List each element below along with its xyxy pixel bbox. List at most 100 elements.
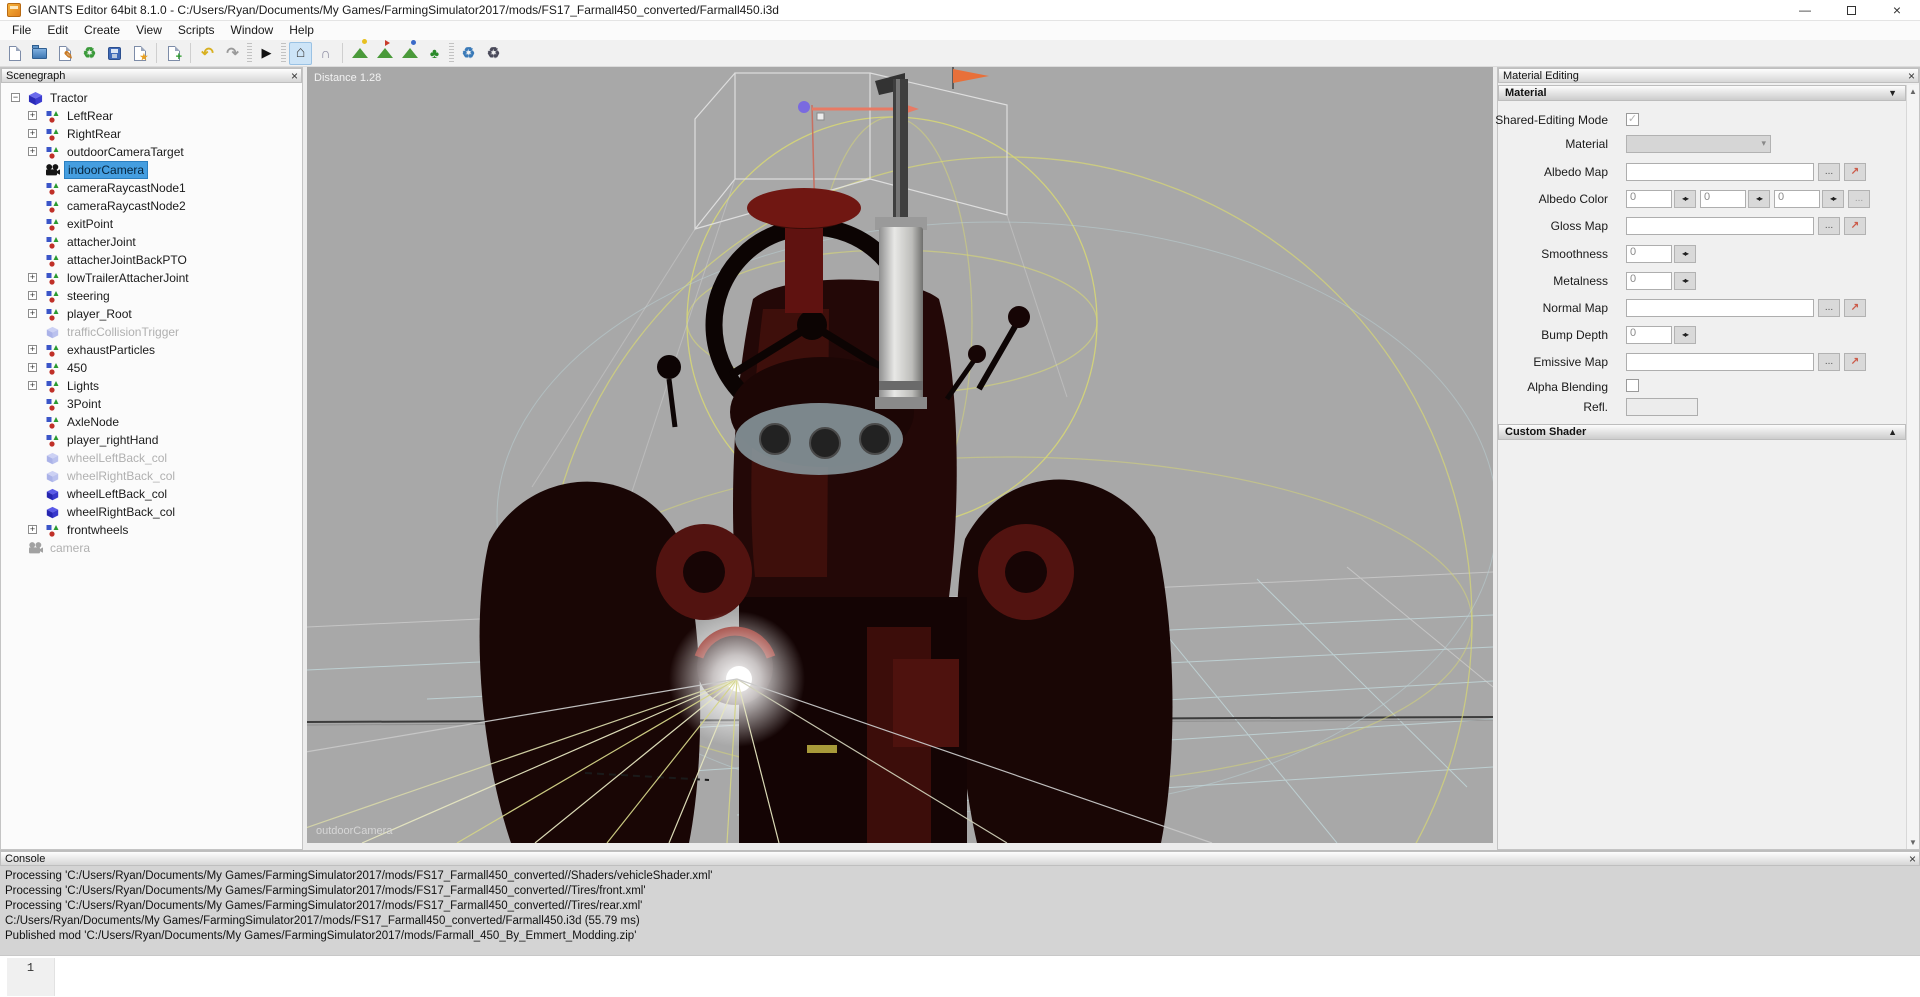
tree-node-label[interactable]: 3Point [64, 396, 104, 412]
tree-node-label[interactable]: camera [47, 540, 93, 556]
albedo-map-clear-button[interactable]: ↗ [1844, 163, 1866, 181]
emissive-map-browse-button[interactable]: ... [1818, 353, 1840, 371]
tree-brush-button[interactable]: ♣ [423, 42, 446, 65]
albedo-map-browse-button[interactable]: ... [1818, 163, 1840, 181]
menu-edit[interactable]: Edit [39, 21, 76, 40]
scenegraph-close-icon[interactable]: × [291, 69, 298, 83]
scroll-up-icon[interactable]: ▲ [1907, 85, 1919, 98]
tree-node-label[interactable]: cameraRaycastNode1 [64, 180, 189, 196]
terrain-foliage-button[interactable] [398, 42, 421, 65]
albedo-color-r-field[interactable]: 0 [1626, 190, 1672, 208]
tree-node-label[interactable]: wheelLeftBack_col [64, 450, 170, 466]
refl-field[interactable] [1626, 398, 1698, 416]
import-asset-button[interactable]: ★ [128, 42, 151, 65]
material-editing-close-icon[interactable]: × [1908, 69, 1915, 83]
reload-textures-button[interactable]: ♻ [457, 42, 480, 65]
smoothness-field[interactable]: 0 [1626, 245, 1672, 263]
viewport-3d[interactable]: Distance 1.28 outdoorCamera [307, 67, 1493, 843]
albedo-color-picker-button[interactable]: ... [1848, 190, 1870, 208]
normal-map-clear-button[interactable]: ↗ [1844, 299, 1866, 317]
tree-node-label[interactable]: LeftRear [64, 108, 116, 124]
open-file-button[interactable] [28, 42, 51, 65]
material-dropdown[interactable] [1626, 135, 1771, 153]
menu-file[interactable]: File [4, 21, 39, 40]
scroll-down-icon[interactable]: ▼ [1907, 836, 1919, 849]
metalness-spinner[interactable]: ◂▸ [1674, 272, 1696, 290]
albedo-color-g-spinner[interactable]: ◂▸ [1748, 190, 1770, 208]
console-close-icon[interactable]: × [1909, 852, 1916, 866]
expand-expander-icon[interactable]: + [28, 111, 37, 120]
tree-node-label[interactable]: player_Root [64, 306, 135, 322]
menu-create[interactable]: Create [76, 21, 128, 40]
expand-expander-icon[interactable]: + [28, 525, 37, 534]
reload-button[interactable]: ♻ [78, 42, 101, 65]
material-section-header[interactable]: Material ▼ [1498, 85, 1906, 101]
tree-node-label[interactable]: Lights [64, 378, 102, 394]
bump-depth-field[interactable]: 0 [1626, 326, 1672, 344]
expand-expander-icon[interactable]: + [28, 129, 37, 138]
tree-node-label[interactable]: outdoorCameraTarget [64, 144, 187, 160]
script-input-bar[interactable]: 1 [0, 955, 1920, 997]
new-file-button[interactable] [3, 42, 26, 65]
gloss-map-clear-button[interactable]: ↗ [1844, 217, 1866, 235]
tree-node-label[interactable]: wheelLeftBack_col [64, 486, 170, 502]
expand-expander-icon[interactable]: + [28, 309, 37, 318]
menu-window[interactable]: Window [223, 21, 282, 40]
albedo-color-b-spinner[interactable]: ◂▸ [1822, 190, 1844, 208]
edit-document-button[interactable]: ✎ [53, 42, 76, 65]
console-log[interactable]: Processing 'C:/Users/Ryan/Documents/My G… [5, 869, 1916, 944]
tree-node-label[interactable]: wheelRightBack_col [64, 468, 178, 484]
gloss-map-browse-button[interactable]: ... [1818, 217, 1840, 235]
undo-button[interactable]: ↶ [196, 42, 219, 65]
tree-node-label[interactable]: exitPoint [64, 216, 116, 232]
expand-expander-icon[interactable]: + [28, 345, 37, 354]
albedo-color-r-spinner[interactable]: ◂▸ [1674, 190, 1696, 208]
bump-depth-spinner[interactable]: ◂▸ [1674, 326, 1696, 344]
expand-expander-icon[interactable]: + [28, 291, 37, 300]
emissive-map-clear-button[interactable]: ↗ [1844, 353, 1866, 371]
save-button[interactable] [103, 42, 126, 65]
custom-shader-section-header[interactable]: Custom Shader ▲ [1498, 424, 1906, 440]
tree-node-label[interactable]: indoorCamera [64, 161, 148, 179]
tree-node-label[interactable]: trafficCollisionTrigger [64, 324, 182, 340]
minimize-button[interactable]: — [1782, 0, 1828, 21]
tree-node-label[interactable]: cameraRaycastNode2 [64, 198, 189, 214]
albedo-color-b-field[interactable]: 0 [1774, 190, 1820, 208]
collapse-arrow-icon[interactable]: ▼ [1888, 88, 1897, 98]
albedo-map-field[interactable] [1626, 163, 1814, 181]
tree-node-label[interactable]: player_rightHand [64, 432, 161, 448]
shared-editing-checkbox[interactable]: ✓ [1626, 113, 1639, 126]
tree-node-label[interactable]: steering [64, 288, 113, 304]
tree-node-label[interactable]: exhaustParticles [64, 342, 158, 358]
framed-view-home-button[interactable]: ⌂ [289, 42, 312, 65]
tree-node-label[interactable]: attacherJoint [64, 234, 139, 250]
gloss-map-field[interactable] [1626, 217, 1814, 235]
alpha-blending-checkbox[interactable] [1626, 379, 1639, 392]
tree-node-label[interactable]: AxleNode [64, 414, 122, 430]
expand-expander-icon[interactable]: + [28, 381, 37, 390]
expand-expander-icon[interactable]: + [28, 273, 37, 282]
smoothness-spinner[interactable]: ◂▸ [1674, 245, 1696, 263]
menu-scripts[interactable]: Scripts [170, 21, 223, 40]
add-document-button[interactable]: + [162, 42, 185, 65]
menu-help[interactable]: Help [281, 21, 322, 40]
tree-node-label[interactable]: frontwheels [64, 522, 131, 538]
terrain-sculpt-button[interactable] [348, 42, 371, 65]
normal-map-field[interactable] [1626, 299, 1814, 317]
tree-node-label[interactable]: Tractor [47, 90, 91, 106]
maximize-button[interactable] [1828, 0, 1874, 21]
material-scrollbar[interactable]: ▲ ▼ [1906, 85, 1919, 849]
reload-shaders-button[interactable]: ♻ [482, 42, 505, 65]
terrain-paint-button[interactable] [373, 42, 396, 65]
albedo-color-g-field[interactable]: 0 [1700, 190, 1746, 208]
tree-node-label[interactable]: wheelRightBack_col [64, 504, 178, 520]
tree-node-label[interactable]: RightRear [64, 126, 124, 142]
expand-arrow-icon[interactable]: ▲ [1888, 427, 1897, 437]
tree-node-label[interactable]: attacherJointBackPTO [64, 252, 190, 268]
menu-view[interactable]: View [128, 21, 170, 40]
tree-node-label[interactable]: 450 [64, 360, 90, 376]
emissive-map-field[interactable] [1626, 353, 1814, 371]
tree-node-label[interactable]: lowTrailerAttacherJoint [64, 270, 192, 286]
normal-map-browse-button[interactable]: ... [1818, 299, 1840, 317]
expand-expander-icon[interactable]: + [28, 147, 37, 156]
